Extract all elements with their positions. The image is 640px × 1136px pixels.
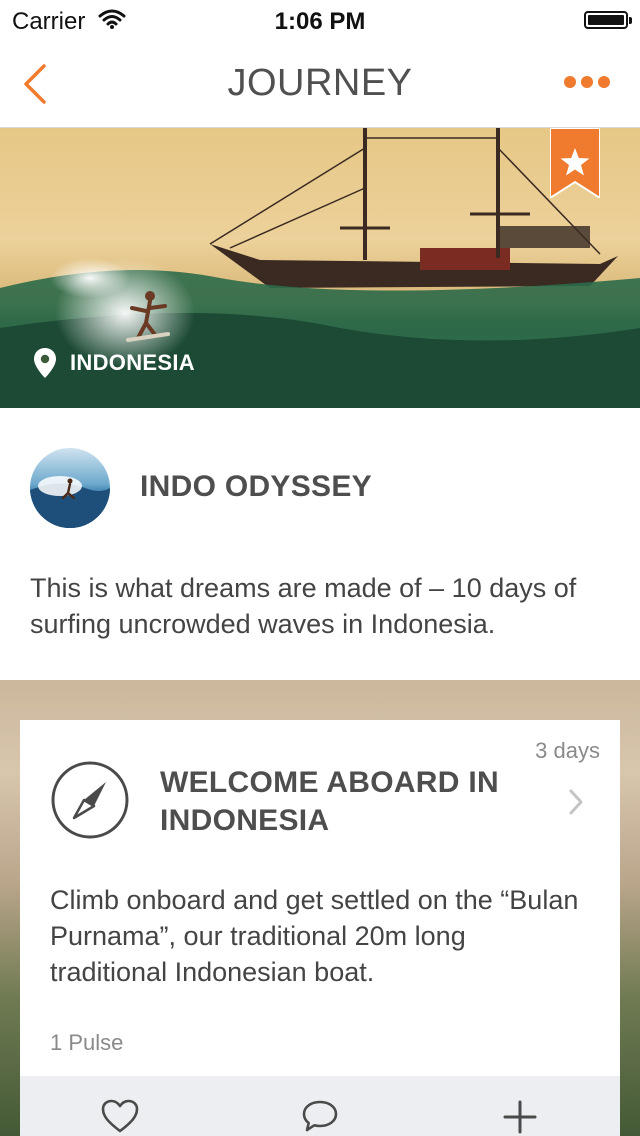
battery-icon (584, 11, 632, 29)
stage-title: WELCOME ABOARD IN INDONESIA (160, 766, 499, 837)
location-pin-icon (34, 348, 56, 378)
comment-icon[interactable] (300, 1098, 340, 1134)
bookmark-star-icon[interactable] (550, 128, 600, 198)
journey-description: This is what dreams are made of – 10 day… (30, 573, 577, 639)
clock: 1:06 PM (274, 8, 366, 35)
pulse-count: 1 Pulse (50, 1030, 124, 1055)
more-options-icon[interactable] (564, 76, 610, 90)
compass-icon (51, 761, 129, 839)
chevron-right-icon[interactable] (568, 788, 584, 816)
plus-icon[interactable] (500, 1098, 540, 1134)
stage-card[interactable]: 3 days WELCOME ABOARD IN INDONESIA Climb… (20, 720, 620, 1136)
surfer-thumbnail-image (30, 476, 110, 528)
journey-avatar[interactable] (30, 448, 110, 528)
location-label: INDONESIA (70, 350, 195, 375)
journey-summary: INDO ODYSSEY This is what dreams are mad… (0, 408, 640, 680)
page-title: JOURNEY (227, 62, 413, 104)
stage-duration: 3 days (535, 738, 600, 763)
navigation-bar: JOURNEY (0, 40, 640, 128)
heart-icon[interactable] (100, 1098, 140, 1134)
journey-name: INDO ODYSSEY (140, 470, 372, 503)
stage-description: Climb onboard and get settled on the “Bu… (50, 885, 579, 987)
status-bar: Carrier 1:06 PM (0, 0, 640, 40)
stage-actions-bar (20, 1076, 620, 1136)
